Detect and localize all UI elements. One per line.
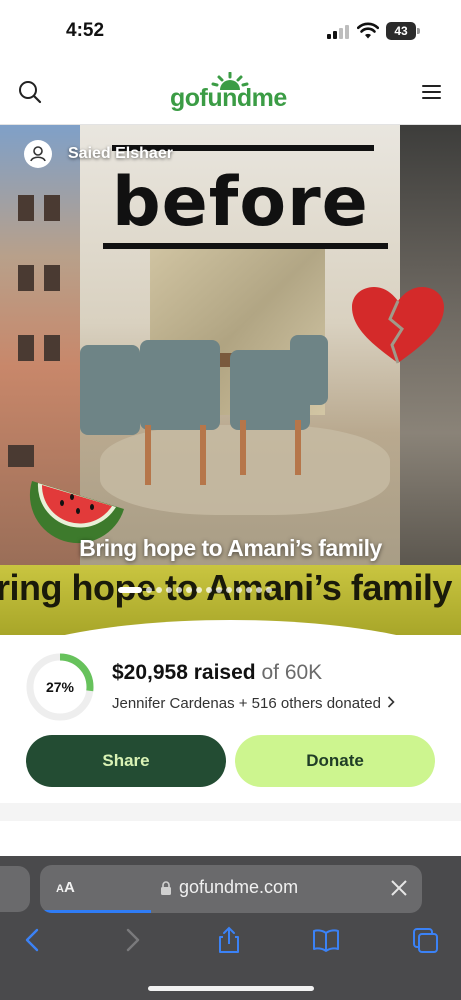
broken-heart-icon (352, 287, 444, 364)
progress-percent: 27% (45, 679, 75, 695)
back-icon[interactable] (18, 925, 48, 955)
browser-toolbar: AA gofundme.com (0, 856, 461, 1000)
wifi-icon (357, 22, 379, 39)
battery-level: 43 (386, 22, 416, 40)
logo-text: gofundme (170, 84, 287, 112)
carousel-dot[interactable] (256, 587, 262, 593)
carousel-dot[interactable] (206, 587, 212, 593)
search-icon[interactable] (14, 76, 46, 108)
url-text: gofundme.com (179, 877, 299, 897)
forward-icon[interactable] (117, 925, 147, 955)
goal-amount: of 60K (261, 661, 323, 684)
battery-icon: 43 (386, 22, 420, 40)
carousel-dot[interactable] (196, 587, 202, 593)
gofundme-logo[interactable]: gofundme (170, 72, 292, 114)
user-icon (30, 146, 46, 162)
status-bar: 4:52 43 (0, 0, 461, 60)
donors-text: Jennifer Cardenas + 516 others donated (112, 695, 381, 712)
campaign-hero-image[interactable]: before Saied Elshaer ring hope to Amani’… (0, 125, 461, 635)
carousel-dot[interactable] (146, 587, 152, 593)
section-divider (0, 803, 461, 821)
carousel-dot[interactable] (186, 587, 192, 593)
clock: 4:52 (66, 20, 105, 41)
carousel-dot[interactable] (176, 587, 182, 593)
campaign-organizer[interactable]: Saied Elshaer (24, 139, 173, 169)
address-bar[interactable]: AA gofundme.com (40, 865, 422, 913)
before-overlay-text: before (112, 163, 369, 242)
carousel-dot[interactable] (156, 587, 162, 593)
previous-tab-preview[interactable] (0, 866, 30, 912)
tabs-icon[interactable] (410, 925, 440, 955)
share-button[interactable]: Share (26, 735, 226, 787)
share-icon[interactable] (214, 925, 244, 955)
donate-button[interactable]: Donate (235, 735, 435, 787)
carousel-dot[interactable] (166, 587, 172, 593)
bookmarks-icon[interactable] (311, 925, 341, 955)
carousel-pagination[interactable] (118, 585, 272, 595)
campaign-title: Bring hope to Amani’s family (79, 535, 382, 561)
organizer-name: Saied Elshaer (68, 145, 173, 162)
donors-link[interactable]: Jennifer Cardenas + 516 others donated (112, 695, 395, 712)
carousel-dot[interactable] (226, 587, 232, 593)
carousel-dot[interactable] (236, 587, 242, 593)
text-size-button[interactable]: AA (56, 879, 75, 896)
carousel-dot[interactable] (246, 587, 252, 593)
close-icon[interactable] (390, 879, 408, 897)
before-bottom-line (103, 243, 388, 249)
menu-icon[interactable] (415, 76, 447, 108)
carousel-dot[interactable] (266, 587, 272, 593)
carousel-dot[interactable] (118, 587, 142, 593)
chevron-right-icon (387, 696, 395, 708)
amount-raised: $20,958 raised of 60K (112, 661, 322, 685)
site-header: gofundme (0, 62, 461, 124)
page-load-progress (40, 910, 151, 913)
avatar (24, 140, 52, 168)
raised-amount: $20,958 raised (112, 661, 256, 684)
lock-icon (161, 881, 171, 895)
home-indicator[interactable] (148, 986, 314, 991)
carousel-dot[interactable] (216, 587, 222, 593)
cellular-signal-icon (327, 25, 351, 39)
